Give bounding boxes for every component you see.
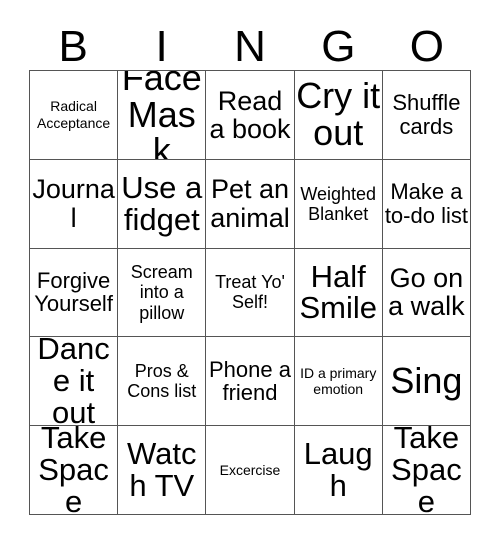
bingo-cell[interactable]: Go on a walk bbox=[382, 248, 471, 338]
bingo-cell-label: Scream into a pillow bbox=[130, 262, 193, 323]
bingo-cell-label: Sing bbox=[390, 359, 463, 401]
bingo-cell-label: Use a fidget bbox=[121, 169, 203, 237]
bingo-cell-label: Pet an animal bbox=[210, 174, 290, 233]
bingo-cell-label: Excercise bbox=[219, 461, 281, 478]
bingo-cell[interactable]: Laugh bbox=[294, 426, 383, 515]
bingo-cell[interactable]: Weighted Blanket bbox=[294, 159, 383, 249]
bingo-cell-label: ID a primary emotion bbox=[300, 364, 377, 398]
bingo-cell[interactable]: Use a fidget bbox=[118, 159, 207, 249]
bingo-grid: Radical Acceptance Face Mask Read a book Cr… bbox=[29, 70, 471, 515]
bingo-cell[interactable]: Shuffle cards bbox=[382, 71, 471, 160]
bingo-cell[interactable]: Pros & Cons list bbox=[118, 337, 207, 427]
bingo-cell-label: Laugh bbox=[303, 436, 373, 504]
bingo-cell[interactable]: Take Space bbox=[30, 426, 119, 515]
bingo-cell[interactable]: Cry it out bbox=[294, 71, 383, 160]
bingo-cell[interactable]: Face Mask bbox=[118, 71, 207, 160]
bingo-cell-label: Dance it out bbox=[37, 337, 110, 427]
bingo-cell[interactable]: Sing bbox=[382, 337, 471, 427]
bingo-cell[interactable]: Half Smile bbox=[294, 248, 383, 338]
bingo-cell-label: Cry it out bbox=[296, 75, 381, 153]
bingo-cell[interactable]: Forgive Yourself bbox=[30, 248, 119, 338]
bingo-cell-label: Go on a walk bbox=[388, 263, 465, 322]
bingo-header-letter-i: I bbox=[155, 22, 168, 71]
bingo-cell[interactable]: Pet an animal bbox=[206, 159, 295, 249]
bingo-cell-label: Face Mask bbox=[121, 71, 202, 160]
bingo-cell-label: Treat Yo' Self! bbox=[215, 272, 285, 313]
bingo-header-letter-g: G bbox=[321, 22, 356, 71]
bingo-cell-label: Take Space bbox=[38, 426, 109, 515]
bingo-cell-label: Read a book bbox=[209, 85, 291, 144]
bingo-cell[interactable]: Journal bbox=[30, 159, 119, 249]
bingo-cell[interactable]: Make a to-do list bbox=[382, 159, 471, 249]
bingo-header-letter-n: N bbox=[234, 22, 266, 71]
bingo-cell[interactable]: Dance it out bbox=[30, 337, 119, 427]
bingo-cell[interactable]: Treat Yo' Self! bbox=[206, 248, 295, 338]
bingo-header-letter-o: O bbox=[409, 22, 444, 71]
bingo-cell[interactable]: Excercise bbox=[206, 426, 295, 515]
bingo-cell[interactable]: Read a book bbox=[206, 71, 295, 160]
bingo-cell-label: Watch TV bbox=[127, 436, 197, 504]
bingo-cell-label: Make a to-do list bbox=[384, 178, 468, 228]
bingo-cell[interactable]: Scream into a pillow bbox=[118, 248, 207, 338]
bingo-cell-label: Weighted Blanket bbox=[300, 183, 377, 224]
bingo-cell[interactable]: ID a primary emotion bbox=[294, 337, 383, 427]
bingo-header-row: B I N G O bbox=[29, 18, 471, 70]
bingo-cell-label: Radical Acceptance bbox=[37, 98, 111, 131]
bingo-card: B I N G O Radical Acceptance Face Mask Rea… bbox=[0, 0, 500, 544]
bingo-cell[interactable]: Phone a friend bbox=[206, 337, 295, 427]
bingo-cell-label: Pros & Cons list bbox=[127, 361, 197, 402]
bingo-cell[interactable]: Radical Acceptance bbox=[30, 71, 119, 160]
bingo-cell-label: Phone a friend bbox=[209, 356, 291, 406]
bingo-cell[interactable]: Take Space bbox=[382, 426, 471, 515]
bingo-cell-label: Shuffle cards bbox=[392, 90, 461, 139]
bingo-cell-label: Take Space bbox=[391, 426, 462, 515]
bingo-cell-label: Forgive Yourself bbox=[34, 267, 113, 317]
bingo-cell-label: Journal bbox=[32, 174, 115, 233]
bingo-cell[interactable]: Watch TV bbox=[118, 426, 207, 515]
bingo-cell-label: Half Smile bbox=[299, 258, 377, 326]
bingo-header-letter-b: B bbox=[58, 22, 88, 71]
